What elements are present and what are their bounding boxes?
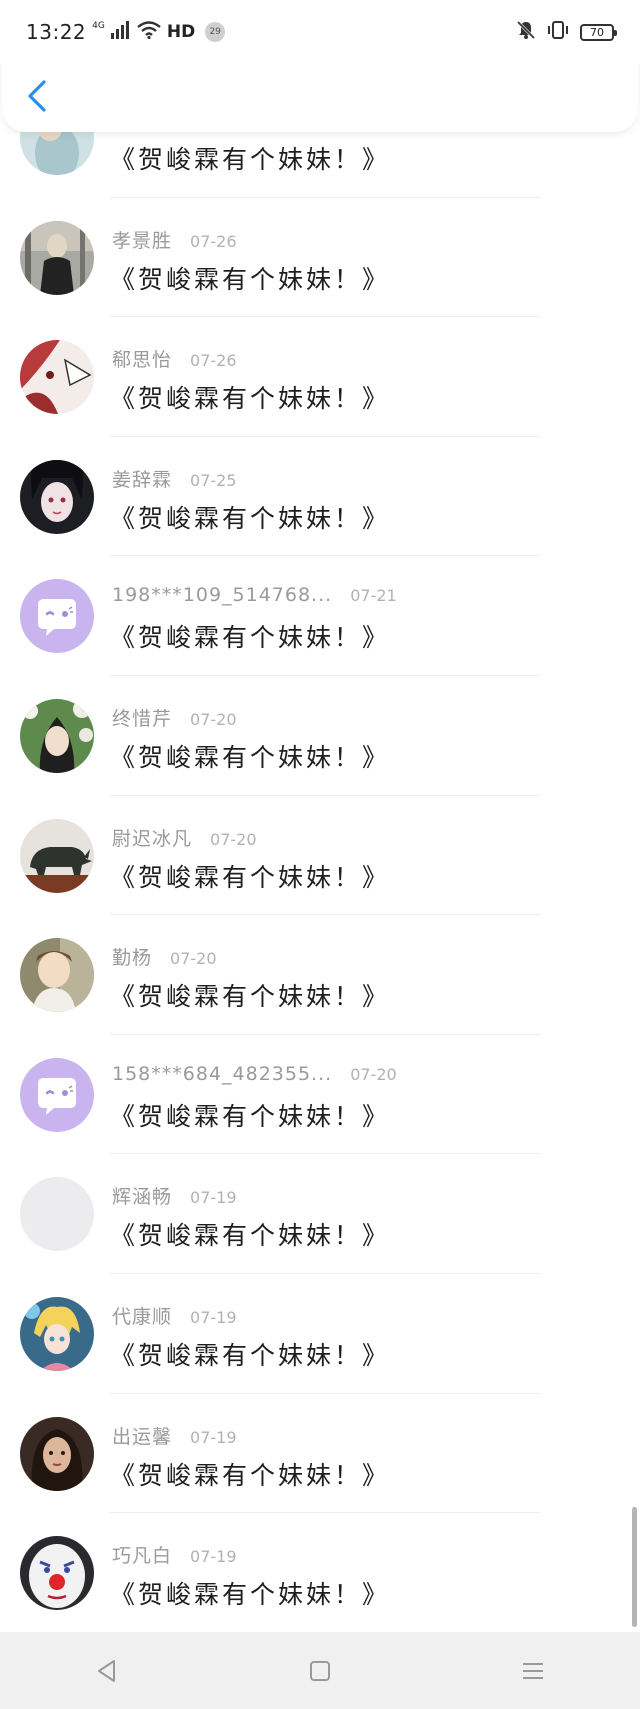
comment-text: 《贺峻霖有个妹妹！》 <box>110 982 391 1012</box>
list-item[interactable]: 辉涵畅 07-19 《贺峻霖有个妹妹！》 <box>0 1154 640 1274</box>
comment-text: 《贺峻霖有个妹妹！》 <box>110 1221 391 1251</box>
comment-meta: 198***109_514768... 07-21 <box>112 584 397 606</box>
commenter-name[interactable]: 辉涵畅 <box>112 1182 172 1209</box>
comment-date: 07-20 <box>190 709 237 729</box>
comment-text: 《贺峻霖有个妹妹！》 <box>110 742 391 772</box>
avatar[interactable] <box>20 698 94 773</box>
commenter-name[interactable]: 代康顺 <box>112 1302 172 1329</box>
comment-text: 《贺峻霖有个妹妹！》 <box>110 503 391 533</box>
comment-date: 07-20 <box>170 949 217 969</box>
status-bar: 13:22 4G HD 29 70 <box>0 0 640 64</box>
hd-indicator: HD <box>166 22 196 42</box>
back-triangle-icon <box>97 1659 115 1682</box>
commenter-name[interactable]: 勤杨 <box>112 943 152 970</box>
comment-meta: 代康顺 07-19 <box>112 1302 237 1329</box>
comment-meta: 辉涵畅 07-19 <box>112 1182 237 1209</box>
comment-meta: 勤杨 07-20 <box>112 943 217 970</box>
avatar[interactable] <box>20 1177 94 1252</box>
list-item[interactable]: 代康顺 07-19 《贺峻霖有个妹妹！》 <box>0 1274 640 1394</box>
comment-date: 07-19 <box>190 1188 237 1208</box>
notification-count-badge: 29 <box>205 22 226 42</box>
list-item[interactable]: 198***109_514768... 07-21 《贺峻霖有个妹妹！》 <box>0 556 640 676</box>
system-nav-bar <box>0 1632 640 1709</box>
wifi-icon <box>137 21 161 43</box>
comment-meta: 郗思怡 07-26 <box>112 345 237 372</box>
list-item[interactable]: 158***684_482355... 07-20 《贺峻霖有个妹妹！》 <box>0 1035 640 1155</box>
comment-date: 07-20 <box>350 1064 397 1084</box>
commenter-name[interactable]: 198***109_514768... <box>112 584 332 606</box>
comment-text: 《贺峻霖有个妹妹！》 <box>110 623 391 653</box>
comment-text: 《贺峻霖有个妹妹！》 <box>110 1460 391 1490</box>
avatar[interactable] <box>20 938 94 1013</box>
comment-text: 《贺峻霖有个妹妹！》 <box>110 862 391 892</box>
comment-text: 《贺峻霖有个妹妹！》 <box>110 145 391 174</box>
comment-list[interactable]: 《贺峻霖有个妹妹！》 孝景胜 07-26 《贺峻霖有个妹妹！》 郗思怡 07-26 《贺峻霖… <box>0 132 640 1632</box>
commenter-name[interactable]: 孝景胜 <box>112 226 172 253</box>
comment-date: 07-26 <box>190 351 237 371</box>
commenter-name[interactable]: 终惜芹 <box>112 704 172 731</box>
list-item[interactable]: 郗思怡 07-26 《贺峻霖有个妹妹！》 <box>0 317 640 437</box>
status-right: 70 <box>516 20 617 44</box>
comment-date: 07-19 <box>190 1307 237 1327</box>
avatar[interactable] <box>20 1416 94 1491</box>
list-item[interactable]: 尉迟冰凡 07-20 《贺峻霖有个妹妹！》 <box>0 796 640 916</box>
back-button[interactable] <box>22 78 52 114</box>
status-left: 13:22 4G HD 29 <box>26 20 226 44</box>
comment-text: 《贺峻霖有个妹妹！》 <box>110 264 391 294</box>
signal-icon <box>110 21 131 43</box>
commenter-name[interactable]: 巧凡白 <box>112 1541 172 1568</box>
commenter-name[interactable]: 郗思怡 <box>112 345 172 372</box>
battery-indicator: 70 <box>580 23 617 41</box>
avatar[interactable] <box>20 1296 94 1371</box>
comment-date: 07-26 <box>190 231 237 251</box>
scrollbar[interactable] <box>632 132 638 1632</box>
comment-text: 《贺峻霖有个妹妹！》 <box>110 384 391 414</box>
status-time: 13:22 <box>26 20 87 44</box>
list-item[interactable]: 终惜芹 07-20 《贺峻霖有个妹妹！》 <box>0 676 640 796</box>
home-square-icon <box>309 1660 330 1681</box>
list-item[interactable]: 姜辞霖 07-25 《贺峻霖有个妹妹！》 <box>0 437 640 557</box>
avatar[interactable] <box>20 818 94 893</box>
nav-back-button[interactable] <box>77 1641 137 1701</box>
comment-meta: 姜辞霖 07-25 <box>112 465 237 492</box>
list-item[interactable]: 出运馨 07-19 《贺峻霖有个妹妹！》 <box>0 1394 640 1514</box>
comment-meta: 终惜芹 07-20 <box>112 704 237 731</box>
commenter-name[interactable]: 出运馨 <box>112 1422 172 1449</box>
vibrate-icon <box>546 20 570 44</box>
list-item[interactable]: 孝景胜 07-26 《贺峻霖有个妹妹！》 <box>0 198 640 318</box>
scrollbar-thumb[interactable] <box>632 1507 637 1627</box>
comment-meta: 巧凡白 07-19 <box>112 1541 237 1568</box>
avatar[interactable] <box>20 459 94 534</box>
comment-date: 07-19 <box>190 1547 237 1567</box>
comment-meta: 孝景胜 07-26 <box>112 226 237 253</box>
commenter-name[interactable]: 158***684_482355... <box>112 1063 332 1085</box>
avatar[interactable] <box>20 220 94 295</box>
comment-meta: 158***684_482355... 07-20 <box>112 1063 397 1085</box>
comment-date: 07-19 <box>190 1427 237 1447</box>
avatar[interactable] <box>20 132 94 175</box>
commenter-name[interactable]: 尉迟冰凡 <box>112 824 192 851</box>
list-item[interactable]: 《贺峻霖有个妹妹！》 <box>0 132 640 198</box>
menu-lines-icon <box>523 1662 544 1679</box>
comment-meta: 尉迟冰凡 07-20 <box>112 824 257 851</box>
comment-date: 07-21 <box>350 586 397 606</box>
avatar[interactable] <box>20 579 94 654</box>
comment-date: 07-25 <box>190 470 237 490</box>
list-item[interactable]: 勤杨 07-20 《贺峻霖有个妹妹！》 <box>0 915 640 1035</box>
comment-date: 07-20 <box>210 829 257 849</box>
list-item[interactable]: 巧凡白 07-19 《贺峻霖有个妹妹！》 <box>0 1513 640 1632</box>
comment-text: 《贺峻霖有个妹妹！》 <box>110 1340 391 1370</box>
avatar[interactable] <box>20 340 94 415</box>
chevron-left-icon <box>28 80 46 112</box>
commenter-name[interactable]: 姜辞霖 <box>112 465 172 492</box>
avatar[interactable] <box>20 1057 94 1132</box>
avatar[interactable] <box>20 1536 94 1611</box>
comment-text: 《贺峻霖有个妹妹！》 <box>110 1580 391 1610</box>
nav-menu-button[interactable] <box>503 1641 563 1701</box>
nav-home-button[interactable] <box>290 1641 350 1701</box>
network-type: 4G <box>92 20 105 31</box>
comment-meta: 出运馨 07-19 <box>112 1422 237 1449</box>
mute-bell-icon <box>516 20 536 44</box>
comment-text: 《贺峻霖有个妹妹！》 <box>110 1101 391 1131</box>
